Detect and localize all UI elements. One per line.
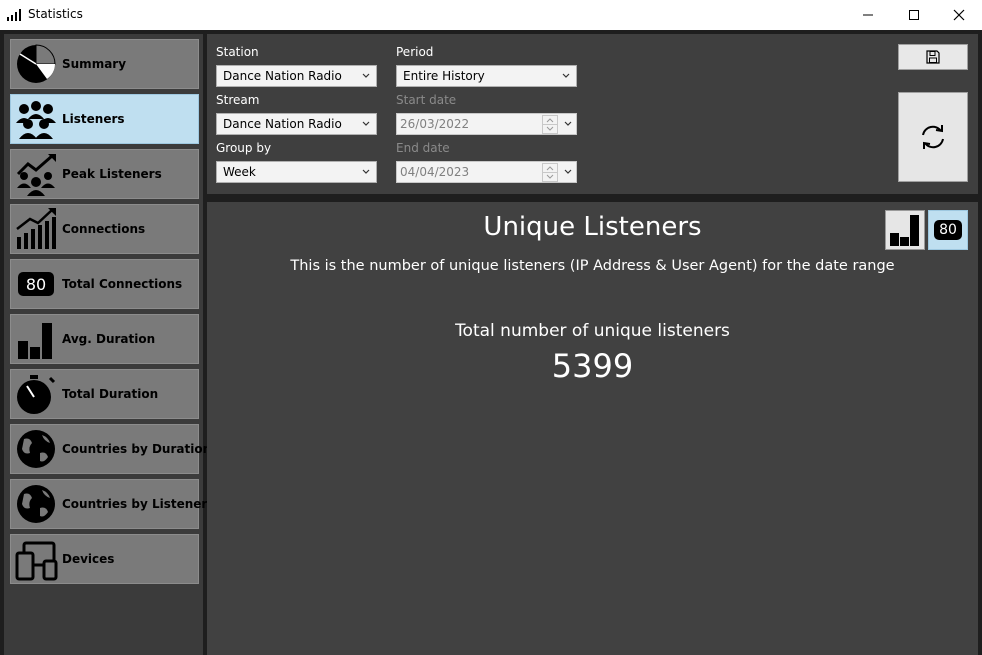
chevron-down-icon	[362, 73, 370, 78]
station-select[interactable]: Dance Nation Radio	[216, 65, 377, 87]
devices-icon	[15, 541, 58, 581]
sidebar-item-label: Total Duration	[62, 387, 159, 401]
sidebar-item-connections[interactable]: Connections	[10, 204, 199, 254]
statistics-window: Statistics Summary Listeners Peak Listen…	[0, 0, 982, 655]
start-date-value: 26/03/2022	[400, 117, 470, 131]
sidebar-item-avg-duration[interactable]: Avg. Duration	[10, 314, 199, 364]
chevron-down-icon	[362, 169, 370, 174]
sidebar-item-listeners[interactable]: Listeners	[10, 94, 199, 144]
globe-icon	[17, 485, 55, 523]
bar-chart-icon	[890, 215, 919, 246]
number-badge-icon: 80	[18, 272, 54, 296]
station-value: Dance Nation Radio	[223, 69, 342, 83]
number-badge-icon: 80	[934, 220, 962, 240]
sidebar-item-label: Listeners	[62, 112, 125, 126]
signal-bars-icon	[7, 9, 21, 21]
total-label: Total number of unique listeners	[455, 321, 730, 341]
spinner-icon[interactable]	[542, 163, 558, 182]
sidebar-item-label: Summary	[62, 57, 127, 71]
chevron-down-icon	[362, 121, 370, 126]
sidebar-item-label: Devices	[62, 552, 115, 566]
minimize-button[interactable]	[845, 0, 891, 30]
station-label: Station	[216, 45, 259, 59]
sidebar: Summary Listeners Peak Listeners Connect…	[4, 34, 214, 655]
stopwatch-icon	[17, 375, 56, 414]
number-view-button[interactable]: 80	[928, 210, 968, 250]
save-button[interactable]	[898, 44, 968, 70]
sidebar-item-total-connections[interactable]: 80 Total Connections	[10, 259, 199, 309]
sidebar-item-countries-by-listeners[interactable]: Countries by Listeners	[10, 479, 214, 529]
period-label: Period	[396, 45, 434, 59]
group-by-label: Group by	[216, 141, 272, 155]
group-by-value: Week	[223, 165, 256, 179]
sidebar-item-label: Total Connections	[62, 277, 183, 291]
title-bar: Statistics	[0, 0, 982, 30]
stats-panel: Unique Listeners This is the number of u…	[207, 202, 978, 655]
spinner-icon[interactable]	[542, 115, 558, 134]
chevron-down-icon[interactable]	[564, 168, 572, 176]
rising-bars-icon	[16, 208, 56, 249]
sidebar-item-label: Countries by Listeners	[62, 497, 215, 511]
sidebar-item-label: Peak Listeners	[62, 167, 162, 181]
chevron-down-icon	[562, 73, 570, 78]
sidebar-item-label: Countries by Duration	[62, 442, 212, 456]
window-title: Statistics	[28, 7, 83, 21]
chart-view-button[interactable]	[885, 210, 925, 250]
svg-text:80: 80	[26, 275, 46, 294]
refresh-button[interactable]	[898, 92, 968, 182]
floppy-disk-icon	[926, 50, 940, 64]
peak-people-icon	[16, 154, 56, 196]
start-date-picker[interactable]: 26/03/2022	[396, 113, 577, 135]
sidebar-item-total-duration[interactable]: Total Duration	[10, 369, 199, 419]
stream-value: Dance Nation Radio	[223, 117, 342, 131]
page-title: Unique Listeners	[483, 212, 702, 242]
people-group-icon	[16, 101, 56, 139]
sidebar-item-devices[interactable]: Devices	[10, 534, 199, 584]
chevron-down-icon[interactable]	[564, 120, 572, 128]
sidebar-item-summary[interactable]: Summary	[10, 39, 199, 89]
period-value: Entire History	[403, 69, 485, 83]
sidebar-item-label: Connections	[62, 222, 146, 236]
pie-chart-icon	[17, 44, 56, 83]
stat-description: This is the number of unique listeners (…	[290, 258, 895, 274]
filter-panel: Station Dance Nation Radio Stream Dance …	[207, 34, 978, 194]
sidebar-item-countries-by-duration[interactable]: Countries by Duration	[10, 424, 211, 474]
minimize-icon	[863, 14, 873, 16]
group-by-select[interactable]: Week	[216, 161, 377, 183]
stream-label: Stream	[216, 93, 260, 107]
end-date-label: End date	[396, 141, 450, 155]
end-date-picker[interactable]: 04/04/2023	[396, 161, 577, 183]
sidebar-item-peak-listeners[interactable]: Peak Listeners	[10, 149, 199, 199]
end-date-value: 04/04/2023	[400, 165, 470, 179]
stream-select[interactable]: Dance Nation Radio	[216, 113, 377, 135]
period-select[interactable]: Entire History	[396, 65, 577, 87]
close-icon	[953, 9, 965, 21]
close-button[interactable]	[936, 0, 982, 30]
total-value: 5399	[551, 347, 634, 385]
maximize-icon	[909, 10, 919, 20]
maximize-button[interactable]	[891, 0, 937, 30]
sidebar-item-label: Avg. Duration	[62, 332, 156, 346]
globe-icon	[17, 430, 55, 468]
bar-chart-icon	[18, 323, 52, 359]
refresh-icon	[922, 125, 944, 149]
start-date-label: Start date	[396, 93, 457, 107]
